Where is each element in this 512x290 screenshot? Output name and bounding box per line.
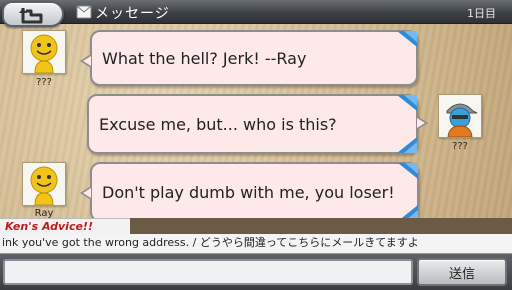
yellow-smiley-avatar-icon — [30, 166, 58, 206]
unread-corner-icon — [397, 137, 417, 153]
envelope-icon — [76, 5, 92, 19]
message-thread[interactable]: ??? What the hell? Jerk! --Ray Excuse me… — [0, 24, 512, 218]
bubble-tail — [80, 54, 91, 68]
player-cap-avatar-icon — [446, 103, 478, 138]
message-text: Excuse me, but... who is this? — [99, 114, 337, 134]
compose-bar: 送信 — [0, 254, 512, 290]
message-bubble[interactable]: What the hell? Jerk! --Ray — [80, 30, 418, 86]
back-button[interactable] — [2, 1, 64, 27]
sender-name: Ray — [34, 208, 54, 218]
advice-label: Ken's Advice!! — [0, 218, 130, 234]
avatar-sender-3 — [22, 162, 66, 206]
message-input[interactable] — [3, 259, 413, 285]
title-bar: メッセージ 1日目 — [0, 0, 512, 27]
advice-ticker: ink you've got the wrong address. / どうやら… — [0, 234, 512, 254]
unread-corner-icon — [397, 31, 417, 47]
sender-name: ??? — [36, 77, 52, 88]
message-text: Don't play dumb with me, you loser! — [102, 182, 395, 202]
send-button[interactable]: 送信 — [417, 258, 507, 286]
yellow-smiley-avatar-icon — [30, 34, 58, 74]
back-arrow-icon — [19, 8, 43, 24]
day-counter: 1日目 — [467, 7, 496, 20]
unread-corner-icon — [397, 95, 417, 111]
avatar-sender-2 — [438, 94, 482, 138]
message-bubble[interactable]: Excuse me, but... who is this? — [87, 94, 428, 154]
message-bubble[interactable]: Don't play dumb with me, you loser! — [80, 162, 419, 218]
page-title: メッセージ — [95, 6, 170, 22]
sender-name: ??? — [452, 141, 468, 152]
bubble-tail — [417, 116, 428, 130]
avatar-sender-1 — [22, 30, 66, 74]
unread-corner-icon — [398, 163, 418, 179]
unread-corner-icon — [401, 205, 418, 218]
message-text: What the hell? Jerk! --Ray — [102, 48, 307, 68]
bubble-tail — [80, 186, 91, 200]
